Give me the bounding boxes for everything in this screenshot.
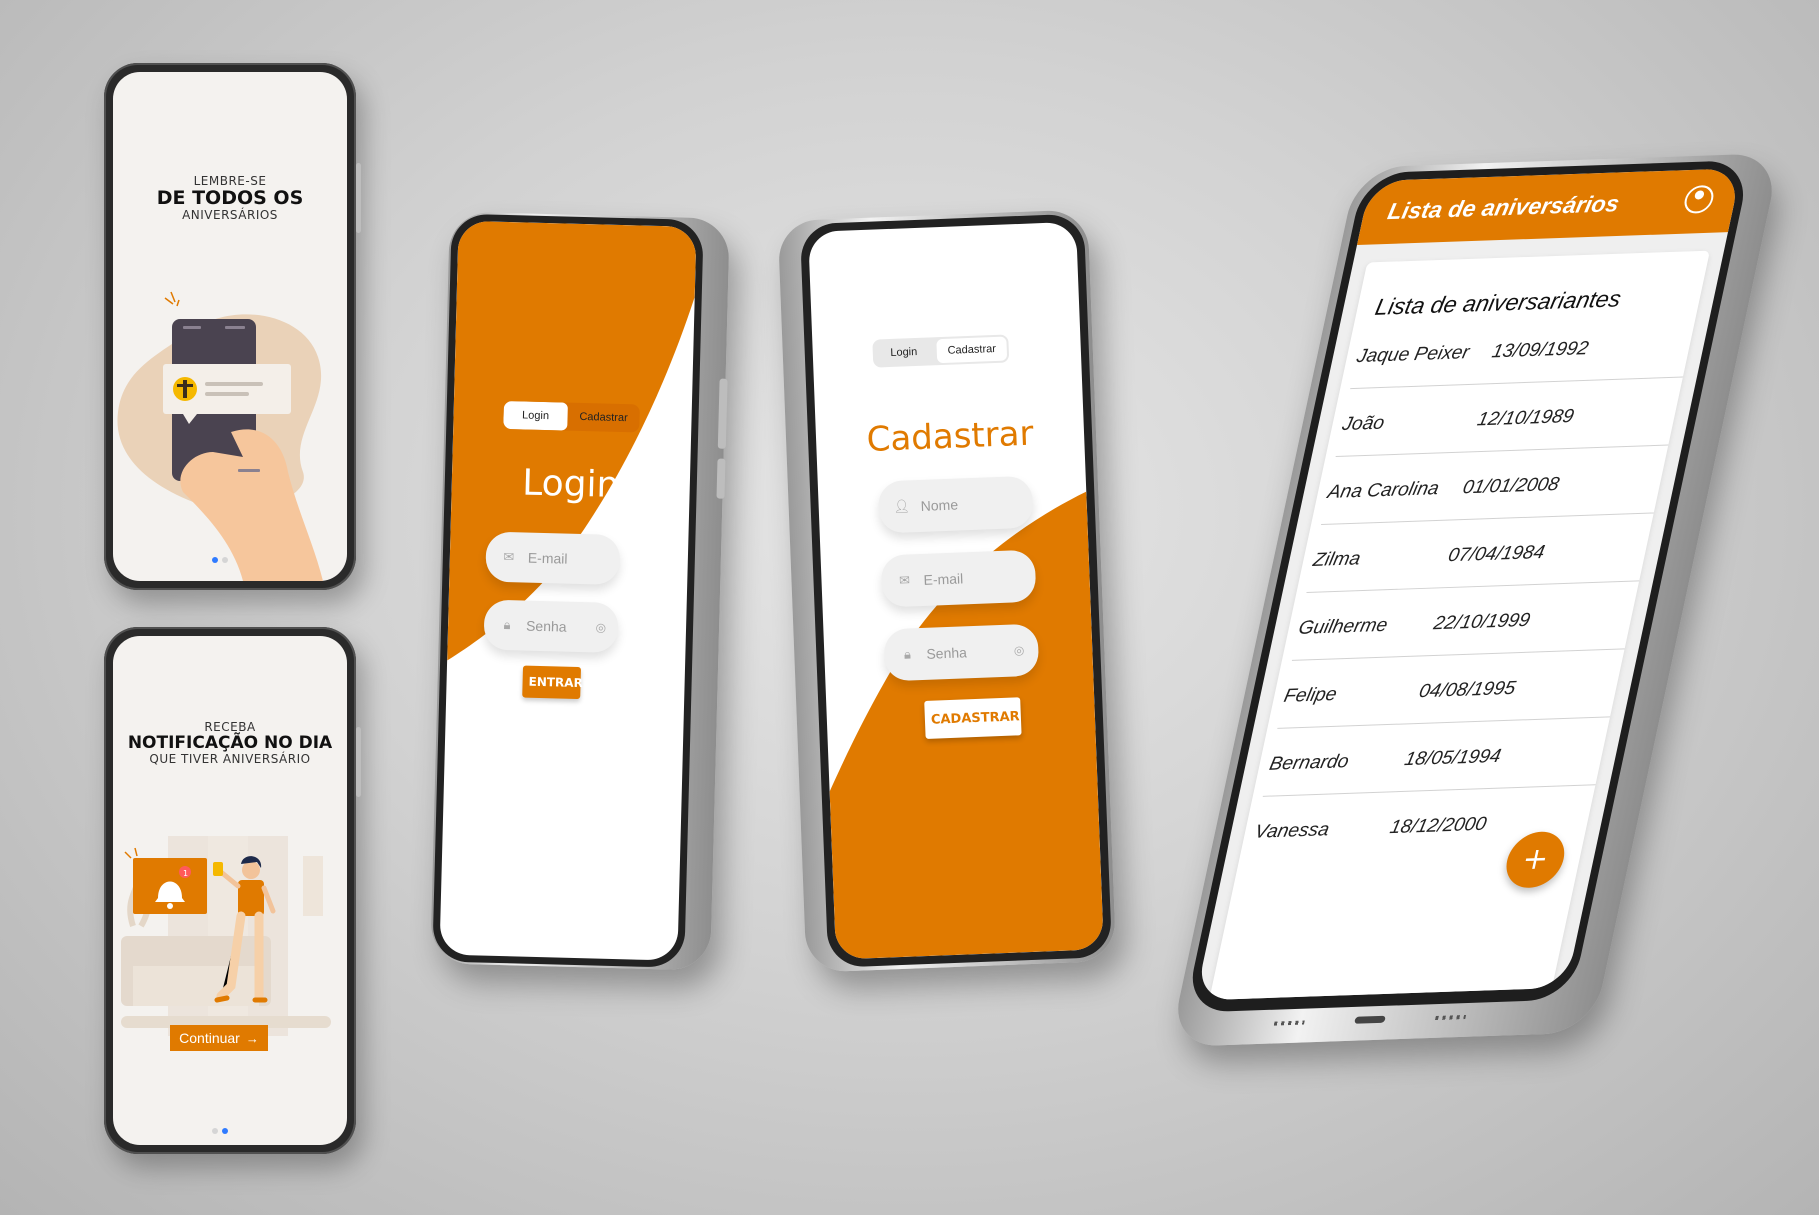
login-signup-toggle: Login Cadastrar [503, 400, 640, 433]
arrow-right-icon: → [245, 1030, 259, 1046]
person-date: 18/05/1994 [1402, 745, 1503, 771]
eye-off-icon[interactable]: ◎ [1014, 643, 1025, 657]
account-icon[interactable] [1681, 184, 1717, 214]
tab-signup[interactable]: Cadastrar [936, 336, 1008, 364]
user-icon: 👤︎ [893, 498, 911, 514]
pager-dot[interactable] [222, 557, 228, 563]
password-field[interactable]: 🔒︎ Senha ◎ [483, 599, 619, 653]
name-placeholder: Nome [920, 496, 959, 514]
email-field[interactable]: ✉ E-mail [880, 549, 1037, 608]
list-item[interactable]: Bernardo 18/05/1994 [1262, 728, 1608, 797]
list-item[interactable]: Ana Carolina 01/01/2008 [1320, 456, 1666, 525]
phone-onboarding-2: RECEBA NOTIFICAÇÃO NO DIA QUE TIVER ANIV… [104, 627, 361, 1154]
lock-icon: 🔒︎ [503, 617, 511, 633]
phone-signup-wrapper: Login Cadastrar Cadastrar 👤︎ Nome ✉ E-ma… [777, 209, 1117, 973]
list-card: Lista de aniversariantes Jaque Peixer 13… [1208, 250, 1711, 1001]
name-field[interactable]: 👤︎ Nome [877, 475, 1034, 534]
continue-label: Continuar [179, 1030, 240, 1046]
tab-signup[interactable]: Cadastrar [567, 403, 640, 433]
phone-list-wrapper: Lista de aniversários Lista de aniversar… [1169, 152, 1781, 1048]
notification-person-illustration: 1 [121, 836, 331, 1036]
person-name: Ana Carolina [1325, 478, 1441, 503]
person-date: 07/04/1984 [1446, 541, 1547, 567]
password-placeholder: Senha [525, 617, 567, 635]
person-date: 01/01/2008 [1460, 474, 1562, 499]
tab-login[interactable]: Login [503, 400, 568, 431]
orange-swoosh-background [447, 220, 697, 661]
app-title: Lista de aniversários [1385, 190, 1622, 225]
login-screen: Login Cadastrar Login ✉ E-mail 🔒︎ Senha … [439, 220, 697, 961]
email-placeholder: E-mail [923, 570, 964, 588]
list-item[interactable]: Jaque Peixer 13/09/1992 [1350, 320, 1696, 390]
person-name: Guilherme [1296, 614, 1390, 639]
phone-login-wrapper: Login Cadastrar Login ✉ E-mail 🔒︎ Senha … [430, 211, 730, 971]
side-button [717, 378, 728, 449]
grille-dots [1435, 1014, 1467, 1020]
list-item[interactable]: Felipe 04/08/1995 [1277, 660, 1623, 729]
person-name: Felipe [1281, 684, 1339, 707]
pager-dot-active[interactable] [222, 1128, 228, 1134]
pager-dot-active[interactable] [212, 557, 218, 563]
email-placeholder: E-mail [527, 549, 568, 567]
login-title: Login [521, 462, 620, 506]
email-field[interactable]: ✉ E-mail [485, 531, 621, 586]
side-button [356, 163, 361, 233]
person-name: Zilma [1311, 548, 1363, 571]
app-bar: Lista de aniversários [1356, 168, 1742, 245]
person-name: Jaque Peixer [1354, 342, 1472, 368]
account-icon-head [1693, 190, 1705, 200]
signup-screen: Login Cadastrar Cadastrar 👤︎ Nome ✉ E-ma… [808, 221, 1104, 960]
usb-port [1354, 1015, 1386, 1024]
person-name: Bernardo [1267, 751, 1351, 775]
side-button [356, 727, 361, 797]
signup-submit-button[interactable]: CADASTRAR [924, 697, 1022, 739]
person-date: 13/09/1992 [1489, 338, 1591, 363]
login-bezel: Login Cadastrar Login ✉ E-mail 🔒︎ Senha … [432, 213, 704, 968]
lock-icon: 🔒︎ [903, 646, 912, 662]
person-date: 04/08/1995 [1417, 677, 1518, 703]
password-placeholder: Senha [926, 644, 968, 662]
signup-bezel: Login Cadastrar Cadastrar 👤︎ Nome ✉ E-ma… [799, 213, 1113, 968]
pager-dots [212, 557, 228, 563]
list-item[interactable]: João 12/10/1989 [1335, 388, 1681, 458]
person-date: 22/10/1999 [1431, 609, 1533, 635]
person-date: 18/12/2000 [1387, 813, 1489, 839]
password-field[interactable]: 🔒︎ Senha ◎ [883, 623, 1040, 682]
pager-dot[interactable] [212, 1128, 218, 1134]
mail-icon: ✉ [898, 572, 911, 588]
onboarding-1-screen: LEMBRE-SE DE TODOS OS ANIVERSÁRIOS [113, 72, 347, 581]
side-button [716, 458, 726, 499]
list-item[interactable]: Guilherme 22/10/1999 [1291, 592, 1637, 661]
person-name: Vanessa [1252, 819, 1332, 843]
phone-notification-illustration [117, 291, 323, 581]
eye-off-icon[interactable]: ◎ [595, 620, 606, 634]
phone-onboarding-1: LEMBRE-SE DE TODOS OS ANIVERSÁRIOS [104, 63, 361, 590]
list-screen: Lista de aniversários Lista de aniversar… [1195, 168, 1742, 1001]
person-date: 12/10/1989 [1475, 406, 1576, 431]
login-signup-toggle: Login Cadastrar [872, 334, 1010, 368]
plus-icon: + [1519, 841, 1552, 878]
person-name: João [1340, 412, 1387, 436]
mail-icon: ✉ [503, 548, 515, 565]
grille-dots [1273, 1020, 1305, 1026]
onboarding-2-screen: RECEBA NOTIFICAÇÃO NO DIA QUE TIVER ANIV… [113, 636, 347, 1145]
tab-login[interactable]: Login [872, 337, 935, 367]
continue-button[interactable]: Continuar → [170, 1025, 268, 1051]
list-item[interactable]: Zilma 07/04/1984 [1306, 524, 1652, 593]
card-title: Lista de aniversariantes [1372, 285, 1624, 320]
pager-dots [212, 1128, 228, 1134]
login-submit-button[interactable]: ENTRAR [522, 665, 583, 700]
badge-count-text: 1 [183, 869, 188, 878]
